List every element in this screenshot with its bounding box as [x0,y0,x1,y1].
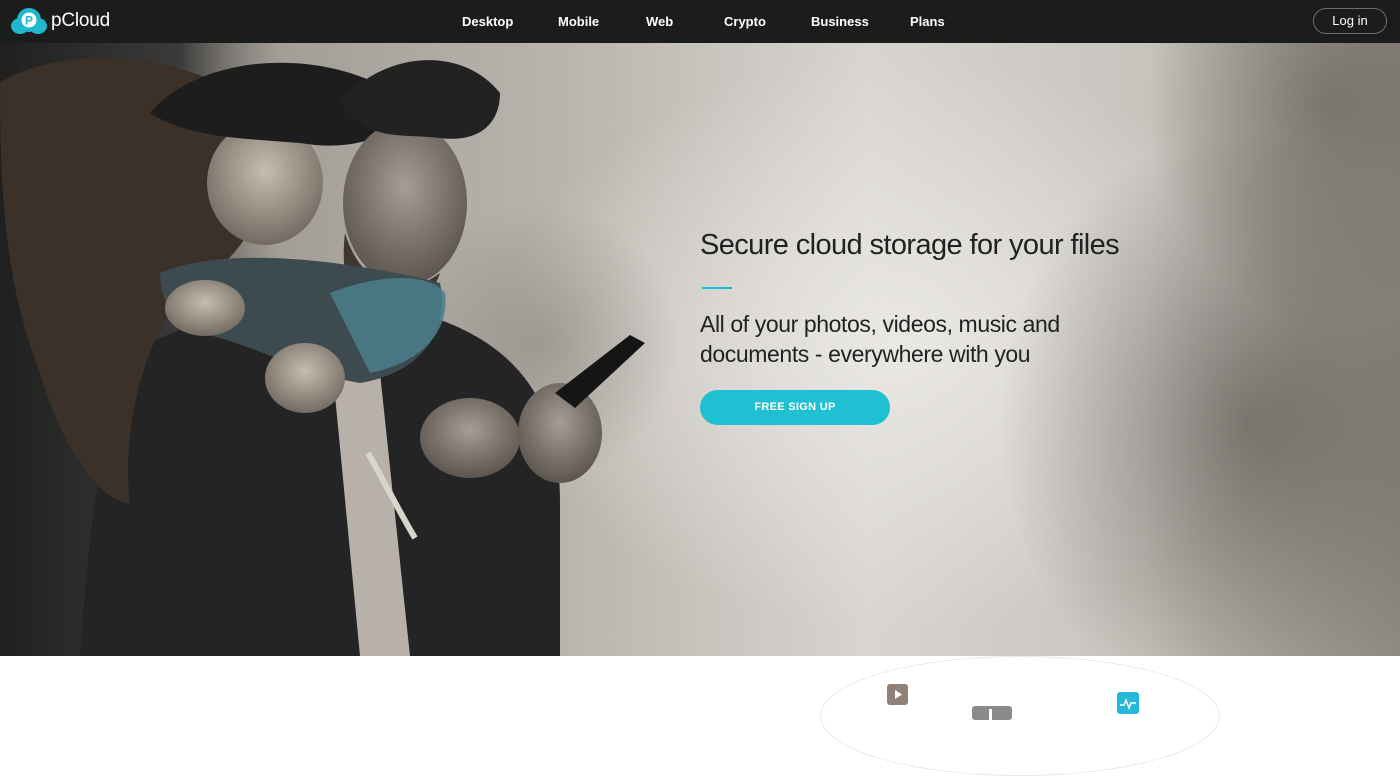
title-divider [702,287,732,289]
svg-text:P: P [25,14,33,28]
top-navigation-bar: P pCloud Desktop Mobile Web Crypto Busin… [0,0,1400,43]
login-button[interactable]: Log in [1313,8,1387,34]
pcloud-logo-icon: P [10,7,48,35]
decorative-arc [820,656,1220,776]
hero-title: Secure cloud storage for your files [700,229,1120,261]
nav-item-mobile[interactable]: Mobile [558,14,599,29]
nav-item-desktop[interactable]: Desktop [462,14,513,29]
brand-home-link[interactable]: P pCloud [10,7,110,35]
nav-item-crypto[interactable]: Crypto [724,14,766,29]
music-icon [972,706,1012,720]
features-section [0,656,1400,776]
nav-item-web[interactable]: Web [646,14,673,29]
brand-name: pCloud [51,10,111,31]
nav-item-business[interactable]: Business [811,14,869,29]
hero-section: Secure cloud storage for your files All … [0,43,1400,656]
hero-subtitle: All of your photos, videos, music and do… [700,311,1060,367]
nav-item-plans[interactable]: Plans [910,14,945,29]
free-signup-button[interactable]: FREE SIGN UP [700,390,890,425]
pulse-icon [1117,692,1139,714]
play-icon [887,684,908,705]
